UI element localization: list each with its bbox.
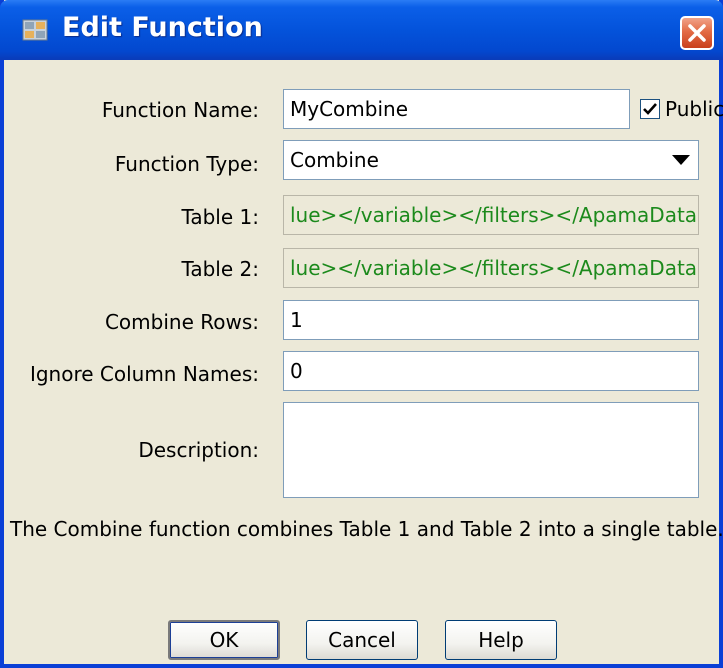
help-button[interactable]: Help <box>445 620 557 660</box>
description-textarea[interactable] <box>283 402 699 498</box>
checkmark-icon <box>643 103 657 115</box>
ignore-column-names-label: Ignore Column Names: <box>29 362 259 386</box>
close-button[interactable] <box>680 16 714 50</box>
close-icon <box>688 24 706 42</box>
window-title: Edit Function <box>62 12 263 43</box>
function-name-input[interactable]: MyCombine <box>283 89 630 129</box>
public-checkbox[interactable] <box>640 99 660 119</box>
function-icon <box>22 18 48 42</box>
function-type-label: Function Type: <box>114 152 259 176</box>
function-type-value: Combine <box>290 148 379 172</box>
edit-function-dialog: Edit Function Function Name: MyCombine P… <box>0 0 723 668</box>
function-type-select[interactable]: Combine <box>283 140 699 180</box>
table2-field: lue></variable></filters></ApamaData> <box>283 248 699 288</box>
description-label: Description: <box>138 438 259 462</box>
table2-label: Table 2: <box>181 257 259 281</box>
combine-rows-label: Combine Rows: <box>104 310 259 334</box>
function-name-label: Function Name: <box>101 98 259 122</box>
table1-label: Table 1: <box>181 205 259 229</box>
ignore-column-names-input[interactable]: 0 <box>283 351 699 391</box>
chevron-down-icon[interactable] <box>672 155 690 165</box>
title-bar[interactable]: Edit Function <box>0 0 723 60</box>
cancel-button[interactable]: Cancel <box>306 620 418 660</box>
function-description-text: The Combine function combines Table 1 an… <box>10 517 723 541</box>
table1-field: lue></variable></filters></ApamaData> <box>283 195 699 235</box>
combine-rows-input[interactable]: 1 <box>283 300 699 340</box>
public-label: Public <box>665 97 723 121</box>
ok-button[interactable]: OK <box>168 620 280 660</box>
